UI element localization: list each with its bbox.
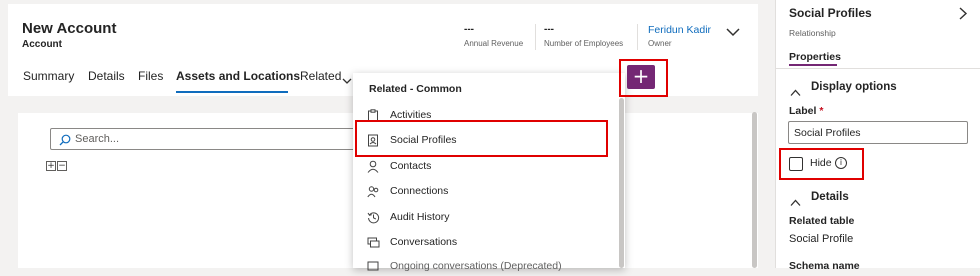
highlight-hide bbox=[779, 148, 864, 180]
panel-subtitle: Relationship bbox=[789, 28, 836, 38]
panel-title: Social Profiles bbox=[789, 6, 872, 20]
separator bbox=[535, 24, 536, 50]
menu-item-conversations[interactable]: Conversations bbox=[366, 232, 602, 252]
search-icon bbox=[59, 133, 71, 151]
employees-label: Number of Employees bbox=[544, 39, 624, 48]
menu-item-contacts[interactable]: Contacts bbox=[366, 156, 602, 176]
owner-label: Owner bbox=[648, 39, 672, 48]
schema-name-label: Schema name bbox=[789, 260, 860, 272]
scrollbar[interactable] bbox=[752, 112, 757, 268]
chevron-right-icon[interactable] bbox=[958, 7, 968, 25]
history-icon bbox=[366, 210, 380, 224]
menu-item-label: Conversations bbox=[390, 236, 458, 248]
collapse-all-icon[interactable]: − bbox=[57, 161, 67, 171]
menu-item-label: Audit History bbox=[390, 211, 450, 223]
chat-icon bbox=[366, 259, 380, 273]
label-text: Label bbox=[789, 105, 817, 117]
separator bbox=[637, 24, 638, 50]
search-placeholder: Search... bbox=[75, 133, 120, 145]
record-title: New Account bbox=[22, 20, 117, 37]
tab-details[interactable]: Details bbox=[88, 69, 125, 83]
tab-files[interactable]: Files bbox=[138, 69, 163, 83]
menu-item-ongoing-conversations[interactable]: Ongoing conversations (Deprecated) bbox=[366, 256, 602, 276]
label-field-label: Label * bbox=[789, 105, 823, 117]
menu-item-label: Contacts bbox=[390, 160, 432, 172]
active-tab-indicator bbox=[176, 91, 288, 93]
menu-item-connections[interactable]: Connections bbox=[366, 181, 602, 201]
details-header[interactable]: Details bbox=[811, 191, 849, 203]
owner-link[interactable]: Feridun Kadir bbox=[648, 24, 711, 36]
chat-icon bbox=[366, 235, 380, 249]
dropdown-header: Related - Common bbox=[369, 83, 462, 95]
expand-all-icon[interactable]: + bbox=[46, 161, 56, 171]
menu-item-label: Connections bbox=[390, 185, 449, 197]
tab-assets-and-locations[interactable]: Assets and Locations bbox=[176, 69, 300, 83]
people-icon bbox=[366, 184, 380, 198]
tab-related[interactable]: Related bbox=[300, 69, 341, 83]
required-marker: * bbox=[819, 105, 824, 117]
employees-value: --- bbox=[544, 24, 554, 35]
highlight-social-profiles bbox=[355, 120, 608, 157]
annual-revenue-value: --- bbox=[464, 24, 474, 35]
related-table-label: Related table bbox=[789, 215, 855, 227]
label-input[interactable]: Social Profiles bbox=[788, 121, 968, 144]
related-table-value: Social Profile bbox=[789, 233, 854, 245]
chevron-up-icon[interactable] bbox=[790, 84, 801, 102]
related-chevron-icon[interactable] bbox=[342, 72, 352, 90]
active-tab-indicator bbox=[789, 64, 837, 66]
menu-item-label: Ongoing conversations (Deprecated) bbox=[390, 260, 562, 272]
tab-properties[interactable]: Properties bbox=[789, 51, 841, 63]
dropdown-scrollbar[interactable] bbox=[619, 98, 624, 268]
tab-summary[interactable]: Summary bbox=[23, 69, 74, 83]
chevron-down-icon[interactable] bbox=[726, 24, 740, 42]
menu-item-audit-history[interactable]: Audit History bbox=[366, 207, 602, 227]
annual-revenue-label: Annual Revenue bbox=[464, 39, 524, 48]
display-options-header[interactable]: Display options bbox=[811, 81, 897, 93]
divider bbox=[776, 68, 980, 69]
record-entity: Account bbox=[22, 39, 62, 50]
person-icon bbox=[366, 159, 380, 173]
highlight-add-button bbox=[619, 59, 668, 97]
chevron-up-icon[interactable] bbox=[790, 194, 801, 212]
